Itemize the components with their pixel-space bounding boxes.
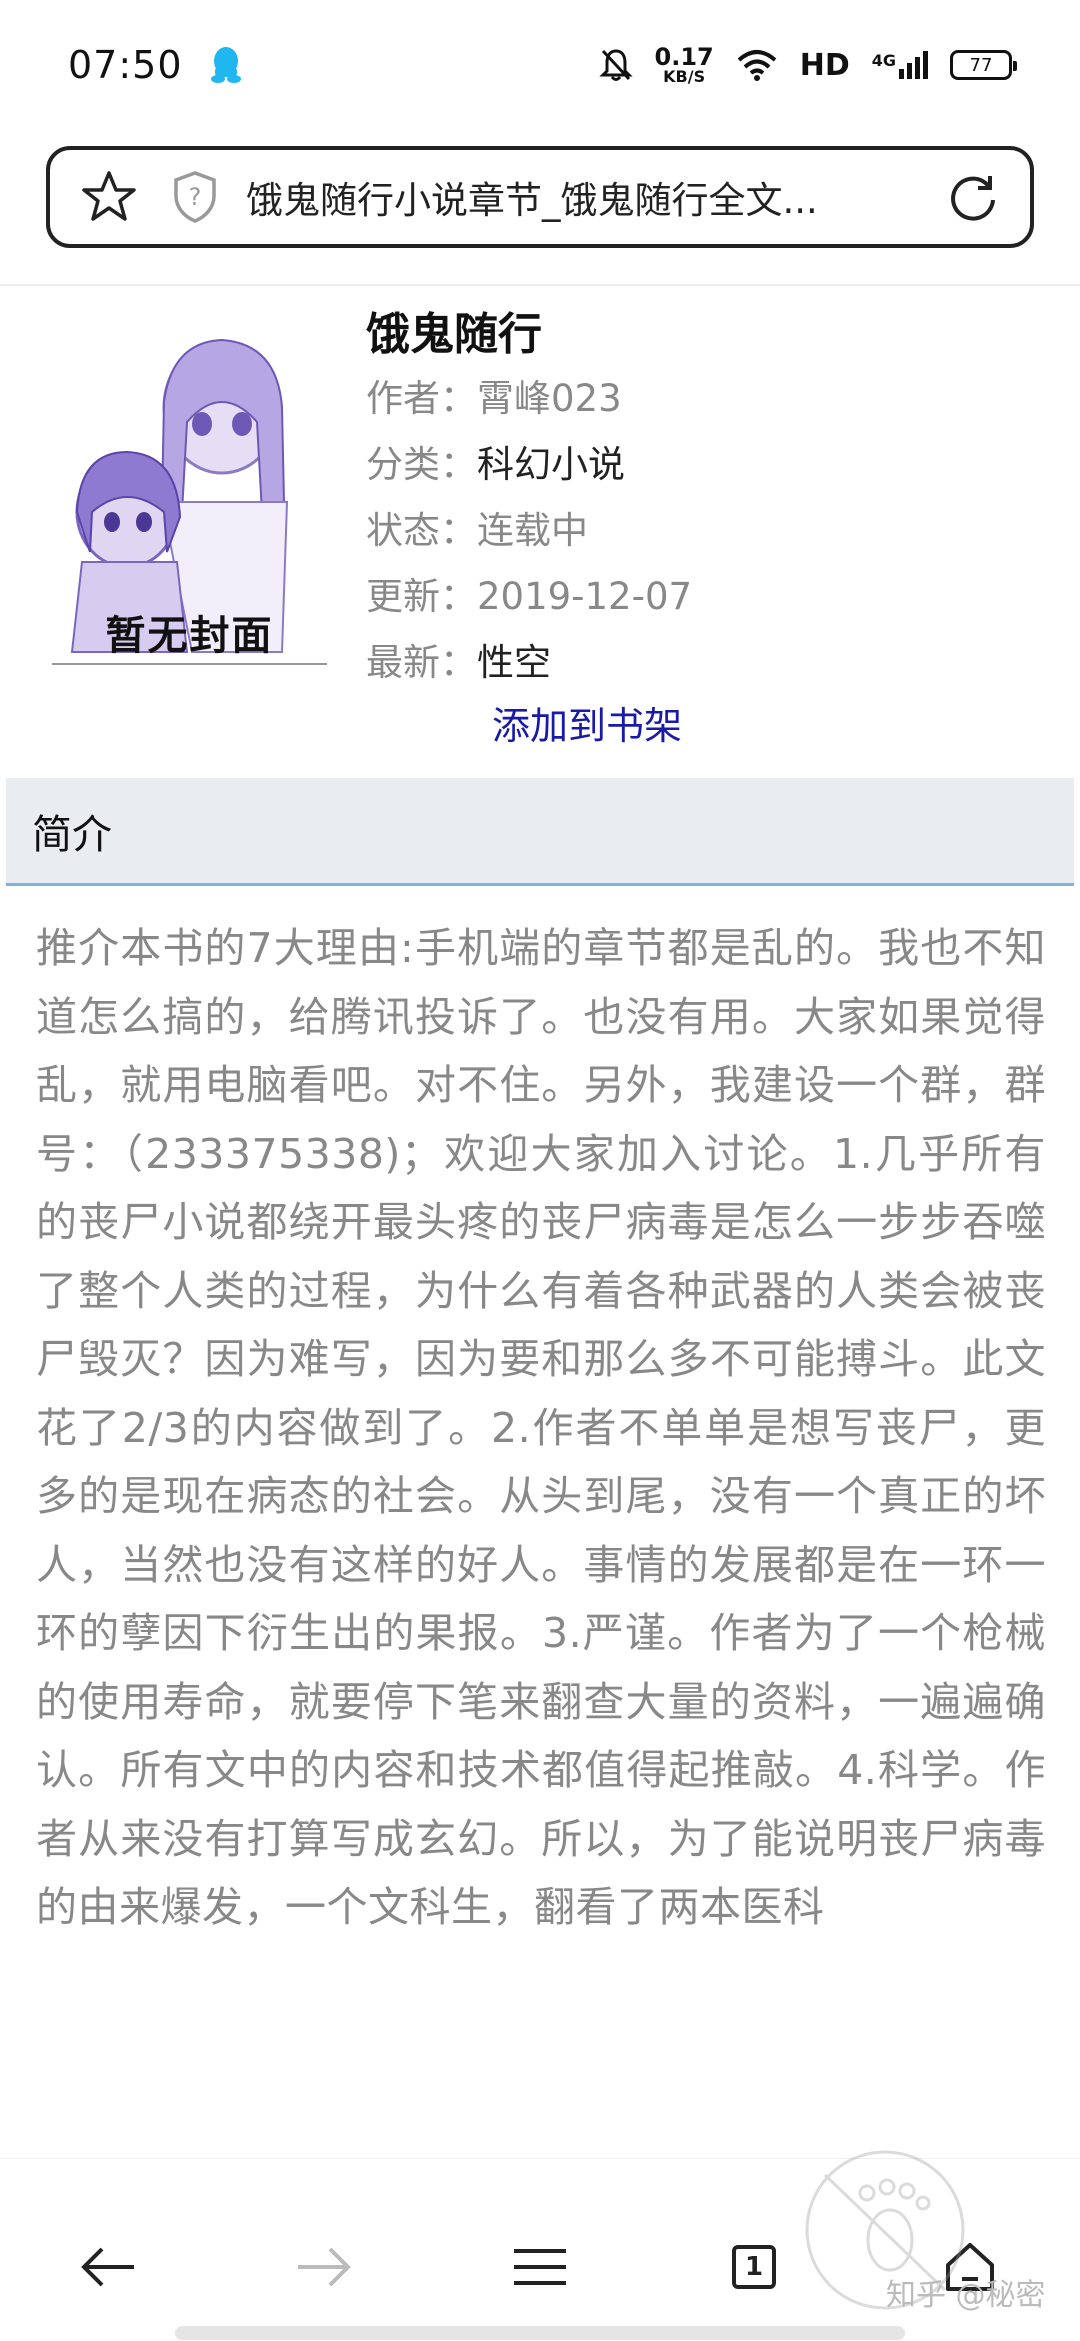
page-title[interactable]: 饿鬼随行小说章节_饿鬼随行全文... bbox=[246, 170, 876, 224]
cover-caption: 暂无封面 bbox=[105, 613, 274, 659]
book-meta: 饿鬼随行 作者：霄峰023 分类：科幻小说 状态：连载中 更新：2019-12-… bbox=[366, 304, 692, 696]
updated-row: 更新：2019-12-07 bbox=[366, 575, 693, 618]
gesture-bar[interactable] bbox=[175, 2326, 905, 2340]
book-cover[interactable]: 暂无封面 bbox=[52, 312, 327, 667]
hd-label: HD bbox=[799, 47, 850, 83]
tabs-icon: 1 bbox=[732, 2245, 776, 2289]
author-value[interactable]: 霄峰023 bbox=[477, 377, 622, 420]
menu-button[interactable] bbox=[508, 2235, 572, 2299]
category-row: 分类：科幻小说 bbox=[366, 443, 625, 486]
tabs-button[interactable]: 1 bbox=[722, 2235, 786, 2299]
category-value[interactable]: 科幻小说 bbox=[477, 443, 625, 486]
status-value: 连载中 bbox=[477, 509, 588, 552]
battery-icon: 77 bbox=[950, 50, 1017, 80]
back-arrow-icon bbox=[81, 2247, 134, 2287]
author-row: 作者：霄峰023 bbox=[366, 377, 622, 420]
status-time: 07:50 bbox=[68, 43, 183, 87]
book-title: 饿鬼随行 bbox=[366, 309, 542, 360]
bookmark-star-icon[interactable] bbox=[80, 168, 138, 226]
divider bbox=[0, 284, 1080, 286]
watermark-text: 知乎 @秘密 bbox=[886, 2278, 1046, 2313]
status-bar: 07:50 0.17 KB/S HD 4G 77 bbox=[0, 0, 1080, 130]
status-row: 状态：连载中 bbox=[366, 509, 588, 552]
net-speed: 0.17 KB/S bbox=[654, 43, 714, 86]
mute-bell-icon bbox=[598, 49, 633, 81]
intro-header: 简介 bbox=[6, 778, 1074, 886]
forward-arrow-icon bbox=[298, 2247, 351, 2287]
wifi-icon bbox=[737, 50, 777, 81]
intro-text: 推介本书的7大理由:手机端的章节都是乱的。我也不知道怎么搞的，给腾讯投诉了。也没… bbox=[36, 924, 1046, 1931]
menu-icon bbox=[514, 2249, 566, 2285]
site-security-icon[interactable]: ? bbox=[172, 170, 218, 224]
reload-icon[interactable] bbox=[946, 170, 1000, 224]
forward-button[interactable] bbox=[292, 2235, 356, 2299]
book-info: 暂无封面 饿鬼随行 作者：霄峰023 分类：科幻小说 状态：连载中 更新：201… bbox=[0, 290, 1080, 760]
cell-signal-icon: 4G bbox=[872, 51, 928, 79]
status-icons: 0.17 KB/S HD 4G 77 bbox=[598, 43, 1017, 86]
back-button[interactable] bbox=[76, 2235, 140, 2299]
qq-icon bbox=[210, 47, 241, 83]
svg-text:?: ? bbox=[189, 183, 202, 211]
latest-row: 最新：性空 bbox=[366, 641, 551, 684]
address-bar[interactable]: ? 饿鬼随行小说章节_饿鬼随行全文... bbox=[46, 146, 1034, 248]
add-to-shelf-link[interactable]: 添加到书架 bbox=[492, 695, 682, 750]
updated-value: 2019-12-07 bbox=[477, 575, 693, 618]
latest-chapter-link[interactable]: 性空 bbox=[477, 641, 551, 684]
